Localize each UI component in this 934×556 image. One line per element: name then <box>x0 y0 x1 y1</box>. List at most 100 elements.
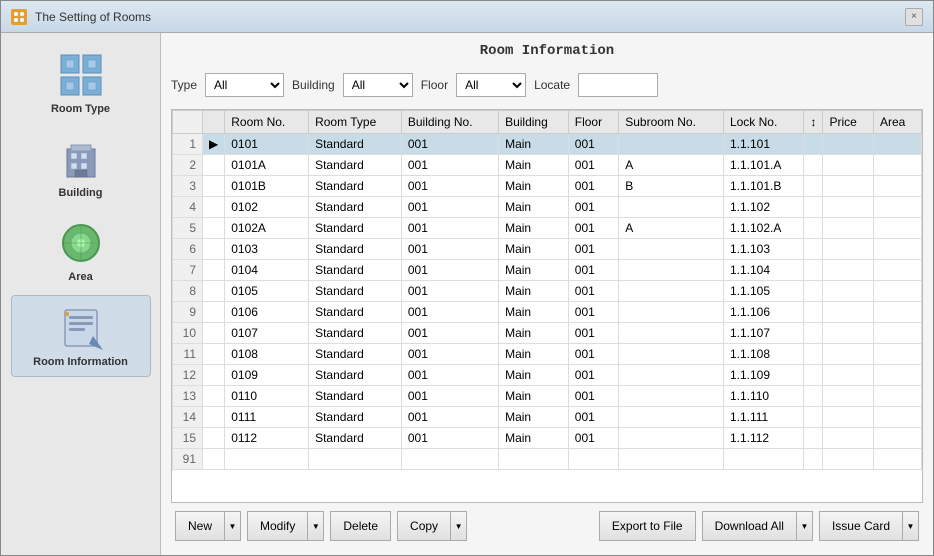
table-row[interactable]: 80105Standard001Main0011.1.105 <box>173 281 922 302</box>
subroom-cell <box>619 428 724 449</box>
lock-no-cell: 1.1.112 <box>723 428 804 449</box>
area-cell <box>873 386 921 407</box>
sort-col-cell <box>804 281 823 302</box>
col-header-floor[interactable]: Floor <box>568 111 618 134</box>
price-cell <box>823 449 873 470</box>
row-arrow <box>203 218 225 239</box>
area-cell <box>873 197 921 218</box>
building-cell: Main <box>499 428 569 449</box>
building-no-cell: 001 <box>401 302 498 323</box>
table-row[interactable]: 40102Standard001Main0011.1.102 <box>173 197 922 218</box>
col-header-price[interactable]: Price <box>823 111 873 134</box>
area-cell <box>873 239 921 260</box>
price-cell <box>823 197 873 218</box>
building-no-cell: 001 <box>401 407 498 428</box>
sort-col-cell <box>804 134 823 155</box>
table-row[interactable]: 91 <box>173 449 922 470</box>
row-number: 15 <box>173 428 203 449</box>
download-button[interactable]: Download All <box>702 511 797 541</box>
lock-no-cell: 1.1.101.B <box>723 176 804 197</box>
sidebar-item-building[interactable]: Building <box>11 127 151 207</box>
col-header-building-no[interactable]: Building No. <box>401 111 498 134</box>
table-row[interactable]: 60103Standard001Main0011.1.103 <box>173 239 922 260</box>
row-number: 10 <box>173 323 203 344</box>
table-row[interactable]: 120109Standard001Main0011.1.109 <box>173 365 922 386</box>
col-header-room-type[interactable]: Room Type <box>309 111 402 134</box>
sidebar-item-area[interactable]: Area <box>11 211 151 291</box>
col-header-room-no[interactable]: Room No. <box>225 111 309 134</box>
price-cell <box>823 281 873 302</box>
close-button[interactable]: × <box>905 8 923 26</box>
new-dropdown-arrow[interactable]: ▼ <box>225 511 241 541</box>
floor-filter-select[interactable]: All 001 002 003 <box>456 73 526 97</box>
sort-col-cell <box>804 302 823 323</box>
room-no-cell: 0101A <box>225 155 309 176</box>
table-row[interactable]: 150112Standard001Main0011.1.112 <box>173 428 922 449</box>
room-type-cell: Standard <box>309 344 402 365</box>
building-no-cell: 001 <box>401 323 498 344</box>
table-row[interactable]: 110108Standard001Main0011.1.108 <box>173 344 922 365</box>
table-row[interactable]: 1▶0101Standard001Main0011.1.101 <box>173 134 922 155</box>
subroom-cell <box>619 407 724 428</box>
table-row[interactable]: 140111Standard001Main0011.1.111 <box>173 407 922 428</box>
sidebar-item-room-type[interactable]: Room Type <box>11 43 151 123</box>
building-no-cell: 001 <box>401 176 498 197</box>
area-icon <box>57 219 105 267</box>
building-cell: Main <box>499 260 569 281</box>
col-header-area[interactable]: Area <box>873 111 921 134</box>
row-number: 8 <box>173 281 203 302</box>
table-row[interactable]: 30101BStandard001Main001B1.1.101.B <box>173 176 922 197</box>
room-type-cell: Standard <box>309 239 402 260</box>
table-row[interactable]: 20101AStandard001Main001A1.1.101.A <box>173 155 922 176</box>
locate-filter-input[interactable] <box>578 73 658 97</box>
type-filter-select[interactable]: All Standard Suite Deluxe <box>205 73 284 97</box>
price-cell <box>823 386 873 407</box>
floor-cell: 001 <box>568 365 618 386</box>
col-header-subroom-no[interactable]: Subroom No. <box>619 111 724 134</box>
building-no-cell: 001 <box>401 239 498 260</box>
room-no-cell: 0102 <box>225 197 309 218</box>
delete-button[interactable]: Delete <box>330 511 391 541</box>
issue-card-dropdown-arrow[interactable]: ▼ <box>903 511 919 541</box>
floor-cell: 001 <box>568 386 618 407</box>
sidebar-item-room-information-label: Room Information <box>33 356 128 368</box>
sort-col-cell <box>804 428 823 449</box>
row-number: 9 <box>173 302 203 323</box>
building-no-cell: 001 <box>401 428 498 449</box>
building-cell: Main <box>499 218 569 239</box>
price-cell <box>823 323 873 344</box>
window-title: The Setting of Rooms <box>35 10 151 24</box>
lock-no-cell: 1.1.109 <box>723 365 804 386</box>
building-filter-select[interactable]: All Main North South <box>343 73 413 97</box>
building-cell: Main <box>499 176 569 197</box>
table-row[interactable]: 50102AStandard001Main001A1.1.102.A <box>173 218 922 239</box>
col-header-building[interactable]: Building <box>499 111 569 134</box>
subroom-cell <box>619 344 724 365</box>
floor-cell: 001 <box>568 134 618 155</box>
sort-col-cell <box>804 197 823 218</box>
export-button[interactable]: Export to File <box>599 511 696 541</box>
building-cell: Main <box>499 344 569 365</box>
room-type-icon <box>57 51 105 99</box>
table-wrapper[interactable]: Room No. Room Type Building No. Building… <box>172 110 922 502</box>
lock-no-cell: 1.1.106 <box>723 302 804 323</box>
col-header-lock-no[interactable]: Lock No. <box>723 111 804 134</box>
download-dropdown-arrow[interactable]: ▼ <box>797 511 813 541</box>
sidebar-item-room-information[interactable]: Room Information <box>11 295 151 377</box>
table-row[interactable]: 70104Standard001Main0011.1.104 <box>173 260 922 281</box>
issue-card-button[interactable]: Issue Card <box>819 511 903 541</box>
table-row[interactable]: 90106Standard001Main0011.1.106 <box>173 302 922 323</box>
room-no-cell: 0106 <box>225 302 309 323</box>
copy-button[interactable]: Copy <box>397 511 451 541</box>
modify-dropdown-arrow[interactable]: ▼ <box>308 511 324 541</box>
sort-col-cell <box>804 323 823 344</box>
price-cell <box>823 260 873 281</box>
modify-button[interactable]: Modify <box>247 511 308 541</box>
copy-dropdown-arrow[interactable]: ▼ <box>451 511 467 541</box>
table-row[interactable]: 100107Standard001Main0011.1.107 <box>173 323 922 344</box>
lock-no-cell: 1.1.102 <box>723 197 804 218</box>
new-button[interactable]: New <box>175 511 225 541</box>
subroom-cell: B <box>619 176 724 197</box>
table-row[interactable]: 130110Standard001Main0011.1.110 <box>173 386 922 407</box>
price-cell <box>823 155 873 176</box>
